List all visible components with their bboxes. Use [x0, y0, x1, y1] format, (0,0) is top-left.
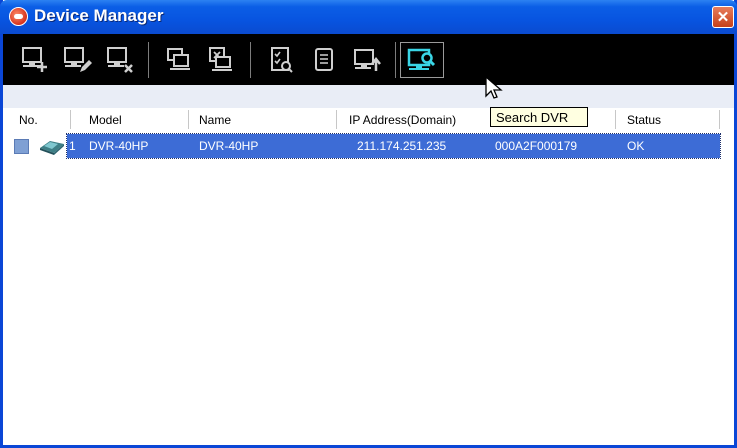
disconnect-device-button[interactable]: [205, 44, 237, 76]
column-header-ip[interactable]: IP Address(Domain): [349, 113, 456, 127]
search-dvr-tooltip: Search DVR: [490, 107, 588, 127]
column-divider[interactable]: [615, 110, 616, 129]
edit-device-icon: [64, 47, 92, 72]
title-bar[interactable]: Device Manager ✕: [0, 0, 737, 34]
delete-device-icon: [107, 47, 133, 73]
delete-device-button[interactable]: [104, 44, 136, 76]
check-list-button[interactable]: [265, 44, 297, 76]
check-list-icon: [271, 47, 293, 73]
close-icon: ✕: [716, 9, 730, 26]
add-device-icon: [22, 47, 47, 72]
device-manager-window: Device Manager ✕ No. Model Name IP Addre…: [0, 0, 737, 448]
column-header-model[interactable]: Model: [89, 113, 122, 127]
upload-device-icon: [354, 49, 381, 71]
edit-device-button[interactable]: [61, 44, 93, 76]
document-icon: [315, 48, 333, 71]
toolbar-separator: [250, 42, 251, 78]
window-title: Device Manager: [34, 6, 164, 25]
mouse-cursor-icon: [485, 76, 503, 99]
upload-device-button[interactable]: [351, 44, 383, 76]
cell-status: OK: [627, 139, 645, 153]
column-divider[interactable]: [336, 110, 337, 129]
connect-device-icon: [167, 48, 190, 70]
close-button[interactable]: ✕: [712, 6, 734, 28]
column-divider[interactable]: [719, 110, 720, 129]
column-header-status[interactable]: Status: [627, 113, 661, 127]
search-dvr-icon: [407, 48, 436, 70]
disconnect-device-icon: [209, 47, 232, 71]
column-divider[interactable]: [188, 110, 189, 129]
toolbar-bottom-strip: [3, 85, 734, 108]
search-dvr-button[interactable]: [400, 42, 444, 78]
cell-mac-address: 000A2F000179: [495, 139, 578, 153]
row-checkbox[interactable]: [14, 139, 29, 154]
toolbar-separator: [395, 42, 396, 78]
table-header: No. Model Name IP Address(Domain) Status: [3, 108, 734, 132]
dvr-device-icon: [40, 141, 64, 155]
app-icon: [9, 7, 28, 26]
add-device-button[interactable]: [19, 44, 51, 76]
cell-no: 1: [69, 139, 76, 153]
connect-device-button[interactable]: [163, 44, 195, 76]
document-button[interactable]: [308, 44, 340, 76]
table-row[interactable]: 1 DVR-40HP DVR-40HP 211.174.251.235 000A…: [5, 133, 722, 159]
cell-name: DVR-40HP: [199, 139, 259, 153]
toolbar-separator: [148, 42, 149, 78]
toolbar: [3, 34, 734, 85]
column-divider[interactable]: [70, 110, 71, 129]
column-header-name[interactable]: Name: [199, 113, 231, 127]
cell-model: DVR-40HP: [89, 139, 149, 153]
cell-ip-address: 211.174.251.235: [357, 139, 447, 153]
column-header-no[interactable]: No.: [19, 113, 38, 127]
